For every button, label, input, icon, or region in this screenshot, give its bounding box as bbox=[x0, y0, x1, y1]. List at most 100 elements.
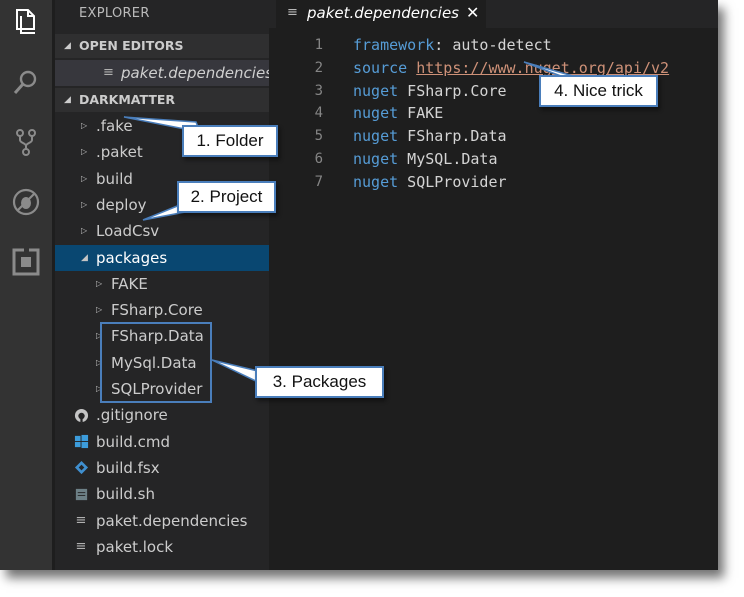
code-keyword: nuget bbox=[353, 104, 399, 123]
chevron-down-icon: ◢ bbox=[81, 252, 88, 263]
line-number: 7 bbox=[314, 173, 323, 190]
project-header[interactable]: ◢ DARKMATTER bbox=[55, 88, 269, 112]
sidebar-title: EXPLORER bbox=[79, 6, 150, 21]
code-url[interactable]: https://www.nuget.org/api/v2 bbox=[416, 59, 669, 77]
tree-item-label: LoadCsv bbox=[96, 222, 160, 241]
tree-item-label: paket.dependencies bbox=[96, 511, 248, 530]
chevron-right-icon: ▷ bbox=[96, 305, 103, 315]
tree-item-packages[interactable]: ◢ packages bbox=[55, 244, 269, 271]
tree-item-label: MySql.Data bbox=[111, 353, 197, 372]
shell-icon bbox=[73, 486, 89, 502]
line-number: 3 bbox=[314, 82, 323, 99]
activity-bar bbox=[0, 0, 52, 570]
open-editor-label: paket.dependencies bbox=[121, 64, 273, 82]
tree-item-mysql-data[interactable]: ▷ MySql.Data bbox=[55, 350, 269, 376]
tab-label: paket.dependencies bbox=[307, 4, 459, 22]
code-keyword: nuget bbox=[353, 127, 399, 146]
explorer-sidebar: EXPLORER ◢ OPEN EDITORS ≡ paket.dependen… bbox=[55, 0, 273, 570]
tree-item-loadcsv[interactable]: ▷ LoadCsv bbox=[55, 218, 269, 244]
tree-item-build[interactable]: ▷ build bbox=[55, 166, 269, 192]
source-control-icon[interactable] bbox=[8, 124, 44, 160]
tree-item-label: SQLProvider bbox=[111, 380, 203, 398]
code-text: FAKE bbox=[398, 104, 444, 123]
tree-item-label: build.cmd bbox=[96, 432, 171, 451]
tree-item-build-cmd[interactable]: build.cmd bbox=[55, 429, 269, 455]
chevron-down-icon: ◢ bbox=[64, 95, 71, 105]
chevron-right-icon: ▷ bbox=[81, 121, 88, 130]
tree-item-label: build bbox=[96, 169, 133, 188]
line-number: 6 bbox=[314, 151, 323, 167]
tree-item-label: FSharp.Data bbox=[111, 327, 204, 346]
vscode-window: EXPLORER ◢ OPEN EDITORS ≡ paket.dependen… bbox=[0, 0, 718, 570]
code-line: source https://www.nuget.org/api/v2 bbox=[353, 59, 669, 77]
tree-item-paket-lock[interactable]: ≡ paket.lock bbox=[55, 534, 269, 560]
explorer-icon[interactable] bbox=[8, 4, 44, 40]
code-keyword: source bbox=[353, 58, 408, 77]
chevron-right-icon: ▷ bbox=[96, 331, 103, 341]
tree-item-label: packages bbox=[96, 248, 168, 267]
chevron-right-icon: ▷ bbox=[81, 226, 88, 236]
code-text: : auto-detect bbox=[434, 36, 552, 54]
code-line: nuget SQLProvider bbox=[353, 173, 507, 191]
tree-item-label: paket.lock bbox=[96, 537, 174, 556]
extensions-icon[interactable] bbox=[8, 244, 44, 280]
tree-item-fake[interactable]: ▷ FAKE bbox=[55, 271, 269, 297]
debug-icon[interactable] bbox=[8, 184, 44, 220]
code-text: SQLProvider bbox=[398, 172, 507, 191]
tree-item-paket[interactable]: ▷ .paket bbox=[55, 139, 269, 165]
chevron-right-icon: ▷ bbox=[96, 384, 103, 393]
tree-item-label: build.fsx bbox=[96, 458, 160, 477]
close-icon[interactable]: ✕ bbox=[466, 3, 479, 22]
github-icon bbox=[73, 407, 89, 423]
code-text: MySQL.Data bbox=[398, 150, 498, 168]
tree-item-label: .gitignore bbox=[96, 406, 168, 425]
open-editors-label: OPEN EDITORS bbox=[79, 38, 184, 53]
tree-item-fake[interactable]: ▷ .fake bbox=[55, 113, 269, 139]
line-number: 1 bbox=[314, 37, 323, 53]
chevron-right-icon: ▷ bbox=[81, 199, 88, 209]
lines-icon: ≡ bbox=[287, 5, 298, 20]
tree-item-label: .paket bbox=[96, 143, 143, 162]
line-number: 5 bbox=[314, 128, 323, 145]
tab-bar: ≡ paket.dependencies ✕ bbox=[269, 0, 718, 28]
chevron-right-icon: ▷ bbox=[96, 357, 103, 367]
code-line: nuget FSharp.Core bbox=[353, 82, 507, 100]
tree-item-sqlprovider[interactable]: ▷ SQLProvider bbox=[55, 376, 269, 402]
code-line: nuget FAKE bbox=[353, 104, 443, 122]
open-editor-item[interactable]: ≡ paket.dependencies bbox=[55, 60, 273, 86]
code-keyword: nuget bbox=[353, 150, 399, 168]
tree-item-label: FSharp.Core bbox=[111, 301, 203, 320]
chevron-right-icon: ▷ bbox=[81, 173, 88, 183]
code-keyword: framework bbox=[353, 36, 435, 54]
tree-item-build-sh[interactable]: build.sh bbox=[55, 481, 269, 507]
lines-icon: ≡ bbox=[103, 65, 114, 80]
tree-item-label: FAKE bbox=[111, 274, 148, 293]
lines-icon: ≡ bbox=[75, 538, 87, 554]
tree-item-gitignore[interactable]: .gitignore bbox=[55, 402, 269, 428]
windows-icon bbox=[73, 434, 89, 450]
line-number: 4 bbox=[314, 105, 323, 122]
line-number: 2 bbox=[314, 59, 323, 76]
tree-item-paket-dependencies[interactable]: ≡ paket.dependencies bbox=[55, 508, 269, 534]
code-keyword: nuget bbox=[353, 172, 399, 191]
code-editor[interactable]: 1 framework: auto-detect 2 source https://w… bbox=[269, 28, 718, 570]
code-line: nuget MySQL.Data bbox=[353, 150, 498, 168]
tree-item-deploy[interactable]: ▷ deploy bbox=[55, 192, 269, 218]
code-line: framework: auto-detect bbox=[353, 36, 552, 54]
lines-icon: ≡ bbox=[75, 512, 87, 528]
search-icon[interactable] bbox=[8, 64, 44, 100]
tree-item-build-fsx[interactable]: build.fsx bbox=[55, 455, 269, 481]
tab-paket-dependencies[interactable]: ≡ paket.dependencies ✕ bbox=[276, 0, 486, 28]
tree-item-label: build.sh bbox=[96, 485, 155, 504]
open-editors-header[interactable]: ◢ OPEN EDITORS bbox=[55, 34, 269, 58]
tree-item-fsharp-core[interactable]: ▷ FSharp.Core bbox=[55, 297, 269, 323]
tree-item-fsharp-data[interactable]: ▷ FSharp.Data bbox=[55, 323, 269, 349]
code-text: FSharp.Core bbox=[398, 81, 507, 100]
chevron-right-icon: ▷ bbox=[96, 278, 103, 288]
code-keyword: nuget bbox=[353, 81, 399, 100]
tree-item-label: .fake bbox=[96, 117, 133, 135]
chevron-down-icon: ◢ bbox=[64, 41, 71, 51]
project-label: DARKMATTER bbox=[79, 92, 176, 107]
fsharp-icon bbox=[73, 460, 89, 476]
code-text: FSharp.Data bbox=[398, 127, 507, 146]
